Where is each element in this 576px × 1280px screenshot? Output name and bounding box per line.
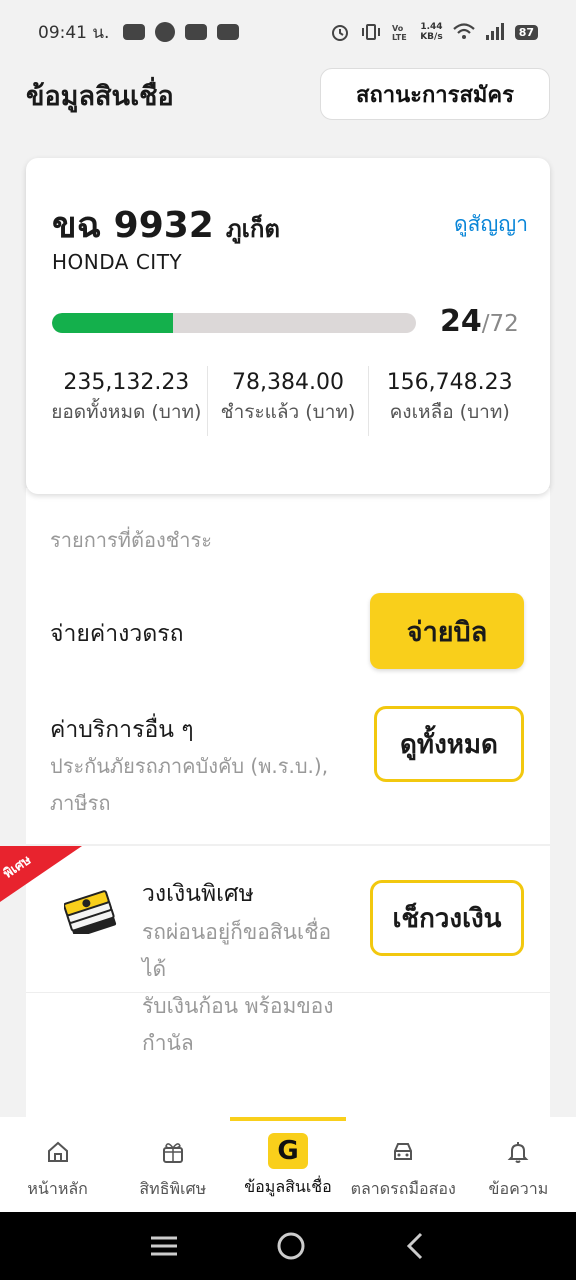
system-nav-bar <box>0 1212 576 1280</box>
summary-paid-value: 78,384.00 <box>232 370 344 395</box>
installments-total: /72 <box>481 311 519 337</box>
nav-privileges[interactable]: สิทธิพิเศษ <box>115 1117 230 1212</box>
wifi-icon <box>452 23 475 39</box>
youtube-icon <box>185 24 208 40</box>
compass-icon <box>155 22 176 42</box>
recent-apps-icon[interactable] <box>149 1234 179 1258</box>
installments-paid: 24 <box>440 304 482 339</box>
plate-province: ภูเก็ต <box>225 215 280 243</box>
page-title: ข้อมูลสินเชื่อ <box>26 81 174 112</box>
divider <box>26 844 550 846</box>
nav-home[interactable]: หน้าหลัก <box>0 1117 115 1212</box>
signal-icon <box>485 23 504 40</box>
back-icon[interactable] <box>403 1231 427 1261</box>
installment-count: 24 /72 <box>440 304 519 339</box>
car-model: HONDA CITY <box>52 250 183 274</box>
plate-number: ขฉ 9932 <box>52 205 214 246</box>
nav-loan-info[interactable]: G ข้อมูลสินเชื่อ <box>230 1117 346 1212</box>
special-credit-title: วงเงินพิเศษ <box>142 881 254 907</box>
other-services-title: ค่าบริการอื่น ๆ <box>50 717 194 743</box>
view-all-button[interactable]: ดูทั้งหมด <box>374 706 524 782</box>
summary-total-value: 235,132.23 <box>63 370 190 395</box>
summary-remaining-label: คงเหลือ (บาท) <box>389 401 510 423</box>
other-services-desc: ประกันภัยรถภาคบังคับ (พ.ร.บ.), ภาษีรถ <box>50 754 329 815</box>
nav-used-car-market[interactable]: ตลาดรถมือสอง <box>346 1117 461 1212</box>
money-stack-icon <box>64 890 117 934</box>
car-installment-label: จ่ายค่างวดรถ <box>50 621 184 647</box>
nav-label: ข้อความ <box>488 1179 549 1198</box>
nav-label: หน้าหลัก <box>27 1179 88 1198</box>
nav-messages[interactable]: ข้อความ <box>461 1117 576 1212</box>
vibrate-icon <box>362 24 381 40</box>
check-credit-button[interactable]: เช็กวงเงิน <box>370 880 524 956</box>
bottom-nav: หน้าหลัก สิทธิพิเศษ G ข้อมูลสินเชื่อ ตลา… <box>0 1117 576 1212</box>
network-speed: 1.44 KB/s <box>420 22 443 42</box>
payments-section: รายการที่ต้องชำระ จ่ายค่างวดรถ จ่ายบิล ค… <box>0 488 550 1118</box>
summary-paid: 78,384.00 ชำระแล้ว (บาท) <box>208 366 370 436</box>
summary-paid-label: ชำระแล้ว (บาท) <box>220 401 356 423</box>
summary-total: 235,132.23 ยอดทั้งหมด (บาท) <box>46 366 208 436</box>
g-logo-icon: G <box>268 1133 308 1169</box>
nav-label: ข้อมูลสินเชื่อ <box>244 1177 332 1196</box>
home-circle-icon[interactable] <box>276 1231 306 1261</box>
gift-icon <box>162 1143 183 1163</box>
summary-remaining: 156,748.23 คงเหลือ (บาท) <box>369 366 530 436</box>
application-status-button[interactable]: สถานะการสมัคร <box>320 68 550 120</box>
nav-label: สิทธิพิเศษ <box>139 1179 207 1198</box>
summary-remaining-value: 156,748.23 <box>386 370 513 395</box>
page-header: ข้อมูลสินเชื่อ สถานะการสมัคร <box>0 66 576 122</box>
installment-progress-bar <box>52 313 416 333</box>
status-bar: 09:41 น. Vo LTE 1.44 KB/s 87 <box>0 0 576 64</box>
view-contract-link[interactable]: ดูสัญญา <box>454 208 528 241</box>
license-plate: ขฉ 9932 ภูเก็ต <box>52 196 280 253</box>
loan-summary: 235,132.23 ยอดทั้งหมด (บาท) 78,384.00 ชำ… <box>46 366 530 436</box>
summary-total-label: ยอดทั้งหมด (บาท) <box>51 401 202 423</box>
line-app-icon <box>123 24 146 40</box>
special-credit-desc-2: รับเงินก้อน พร้อมของกำนัล <box>142 994 334 1055</box>
alarm-icon <box>332 25 349 41</box>
volte-icon: VoLTE <box>392 24 407 42</box>
home-icon <box>47 1141 68 1162</box>
installment-progress-fill <box>52 313 174 333</box>
loan-card: ขฉ 9932 ภูเก็ต ดูสัญญา HONDA CITY 24 /72… <box>26 158 550 494</box>
pay-bill-button[interactable]: จ่ายบิล <box>370 593 524 669</box>
section-title: รายการที่ต้องชำระ <box>50 528 213 552</box>
svg-text:LTE: LTE <box>392 33 407 42</box>
car-icon <box>394 1143 413 1160</box>
nav-label: ตลาดรถมือสอง <box>350 1179 456 1198</box>
battery-indicator: 87 <box>514 24 538 40</box>
svg-text:Vo: Vo <box>392 24 404 33</box>
special-credit-desc: รถผ่อนอยู่ก็ขอสินเชื่อได้ <box>142 920 332 981</box>
bell-icon <box>507 1142 529 1163</box>
line-app-icon-2 <box>217 24 240 40</box>
status-time: 09:41 น. <box>38 22 110 43</box>
